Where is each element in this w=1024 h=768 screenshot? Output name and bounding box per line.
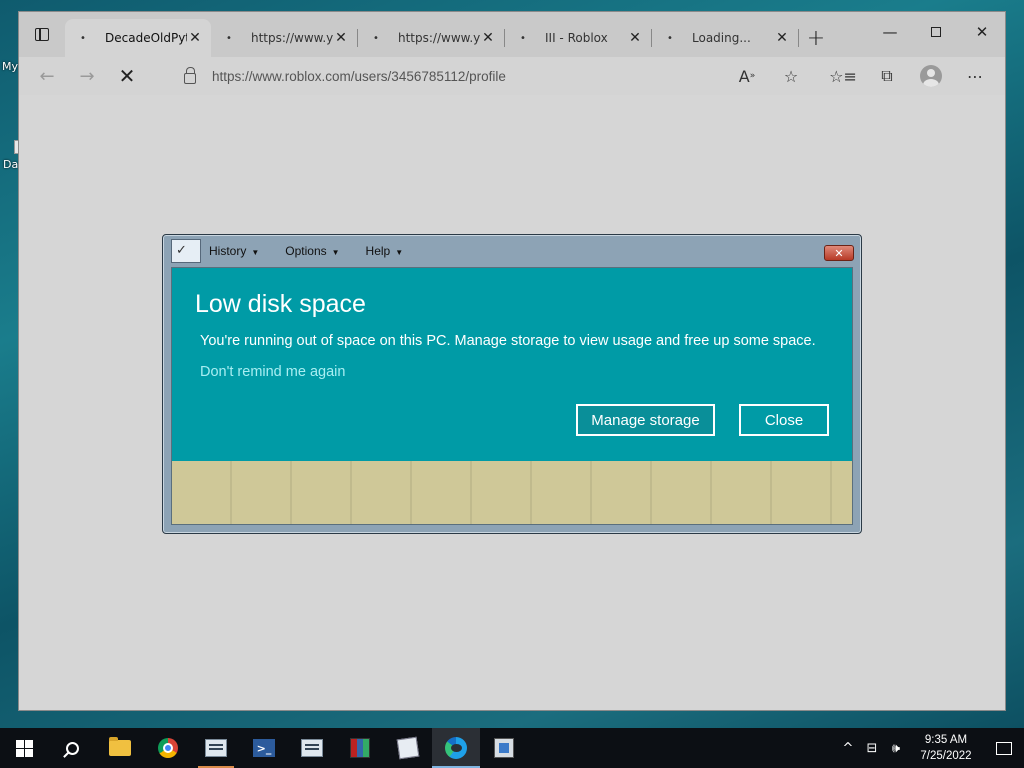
editor-button[interactable]: [384, 728, 432, 768]
profile-button[interactable]: [909, 60, 953, 92]
loading-icon: •: [520, 32, 526, 44]
tab-4[interactable]: • III - Roblox ✕: [505, 19, 651, 57]
loading-icon: •: [667, 32, 673, 44]
url-text[interactable]: https://www.roblox.com/users/3456785112/…: [212, 69, 506, 84]
toolbar-icons: A» ☆ ☆≡ ⧉ ⋯: [725, 57, 1005, 95]
chrome-button[interactable]: [144, 728, 192, 768]
caret-down-icon: ▼: [331, 248, 340, 257]
menu-help[interactable]: Help ▼: [366, 244, 404, 258]
forward-button[interactable]: →: [67, 60, 107, 92]
low-disk-space-window: History ▼ Options ▼ Help ▼ ✕ Low disk space…: [162, 234, 862, 534]
stop-loading-button[interactable]: ✕: [107, 60, 147, 92]
close-tab-icon[interactable]: ✕: [480, 30, 496, 46]
app-button-2[interactable]: [288, 728, 336, 768]
loading-icon: •: [373, 32, 379, 44]
dialog-message: You're running out of space on this PC. …: [200, 333, 816, 349]
favorites-icon[interactable]: ☆≡: [821, 60, 865, 92]
close-tab-icon[interactable]: ✕: [627, 30, 643, 46]
lock-icon[interactable]: [184, 66, 196, 84]
tab-title: Loading...: [692, 31, 751, 45]
tab-actions-button[interactable]: [19, 12, 65, 57]
tab-actions-icon: [35, 28, 49, 41]
more-menu-icon[interactable]: ⋯: [953, 60, 997, 92]
window-close-button[interactable]: ✕: [824, 245, 854, 261]
dont-remind-link[interactable]: Don't remind me again: [200, 364, 345, 380]
dialog-title: Low disk space: [195, 290, 366, 318]
clock-date: 7/25/2022: [920, 750, 972, 762]
app-checklist-icon[interactable]: [171, 239, 201, 263]
control-panel-button[interactable]: [480, 728, 528, 768]
loading-icon: •: [80, 32, 86, 44]
file-explorer-button[interactable]: [96, 728, 144, 768]
close-window-button[interactable]: ✕: [959, 12, 1005, 52]
winrar-icon: [350, 738, 370, 758]
tab-title: https://www.yo: [251, 31, 333, 45]
close-tab-icon[interactable]: ✕: [774, 30, 790, 46]
window-controls: — ✕: [867, 12, 1005, 52]
folder-icon: [109, 737, 131, 756]
menu-label: History: [209, 244, 247, 258]
control-panel-icon: [494, 738, 514, 758]
tab-5[interactable]: • Loading... ✕: [652, 19, 798, 57]
app-window-icon: [205, 739, 227, 757]
menu-history[interactable]: History ▼: [209, 244, 259, 258]
tab-title: https://www.yo: [398, 31, 480, 45]
maximize-button[interactable]: [913, 12, 959, 52]
app-window-icon: [301, 739, 323, 757]
editor-icon: [396, 736, 420, 760]
close-tab-icon[interactable]: ✕: [187, 30, 203, 46]
chrome-icon: [158, 738, 178, 758]
menu-label: Options: [285, 244, 327, 258]
edge-icon: [445, 737, 467, 759]
windows-logo-icon: [15, 739, 33, 757]
dialog-footer-area: [172, 461, 852, 524]
close-button[interactable]: Close: [739, 404, 829, 436]
edge-button[interactable]: [432, 728, 480, 768]
tab-title: DecadeOldPyth: [105, 31, 187, 45]
add-favorite-icon[interactable]: ☆: [769, 60, 813, 92]
notification-button[interactable]: [984, 728, 1024, 768]
chevron-up-icon[interactable]: ^: [836, 741, 860, 756]
menu-options[interactable]: Options ▼: [285, 244, 339, 258]
maximize-icon: [931, 27, 941, 37]
tab-3[interactable]: • https://www.yo ✕: [358, 19, 504, 57]
caret-down-icon: ▼: [251, 248, 260, 257]
app-button-1[interactable]: [192, 728, 240, 768]
tab-2[interactable]: • https://www.yo ✕: [211, 19, 357, 57]
caret-down-icon: ▼: [395, 248, 404, 257]
avatar: [920, 65, 942, 87]
tab-bar: • DecadeOldPyth ✕ • https://www.yo ✕ • h…: [19, 12, 1005, 57]
minimize-button[interactable]: —: [867, 12, 913, 52]
collections-icon[interactable]: ⧉: [865, 60, 909, 92]
powershell-button[interactable]: >_: [240, 728, 288, 768]
tab-1[interactable]: • DecadeOldPyth ✕: [65, 19, 211, 57]
manage-storage-button[interactable]: Manage storage: [576, 404, 715, 436]
system-tray: ^ ⊟ 🕪 9:35 AM 7/25/2022: [836, 728, 1024, 768]
close-tab-icon[interactable]: ✕: [333, 30, 349, 46]
menu-label: Help: [365, 244, 391, 258]
loading-icon: •: [226, 32, 232, 44]
clock-time: 9:35 AM: [924, 734, 968, 746]
tab-title: III - Roblox: [545, 31, 608, 45]
start-button[interactable]: [0, 728, 48, 768]
clock[interactable]: 9:35 AM 7/25/2022: [908, 732, 984, 764]
search-button[interactable]: [48, 728, 96, 768]
address-bar-row: ← → ✕ https://www.roblox.com/users/34567…: [19, 57, 1005, 95]
new-tab-button[interactable]: +: [799, 19, 833, 57]
desktop-label-my[interactable]: My: [2, 60, 18, 73]
taskbar: >_ ^ ⊟ 🕪 9:35 AM 7/25/2022: [0, 728, 1024, 768]
volume-icon[interactable]: 🕪: [884, 741, 908, 756]
network-icon[interactable]: ⊟: [860, 741, 884, 756]
notification-panel: Low disk space You're running out of spa…: [171, 267, 853, 525]
powershell-icon: >_: [253, 739, 275, 757]
dialog-menubar: History ▼ Options ▼ Help ▼ ✕: [163, 235, 861, 267]
winrar-button[interactable]: [336, 728, 384, 768]
search-icon: [65, 741, 79, 755]
notification-icon: [996, 741, 1012, 755]
read-aloud-icon[interactable]: A»: [725, 60, 769, 92]
back-button[interactable]: ←: [27, 60, 67, 92]
desktop-label-da[interactable]: Da: [3, 158, 18, 171]
